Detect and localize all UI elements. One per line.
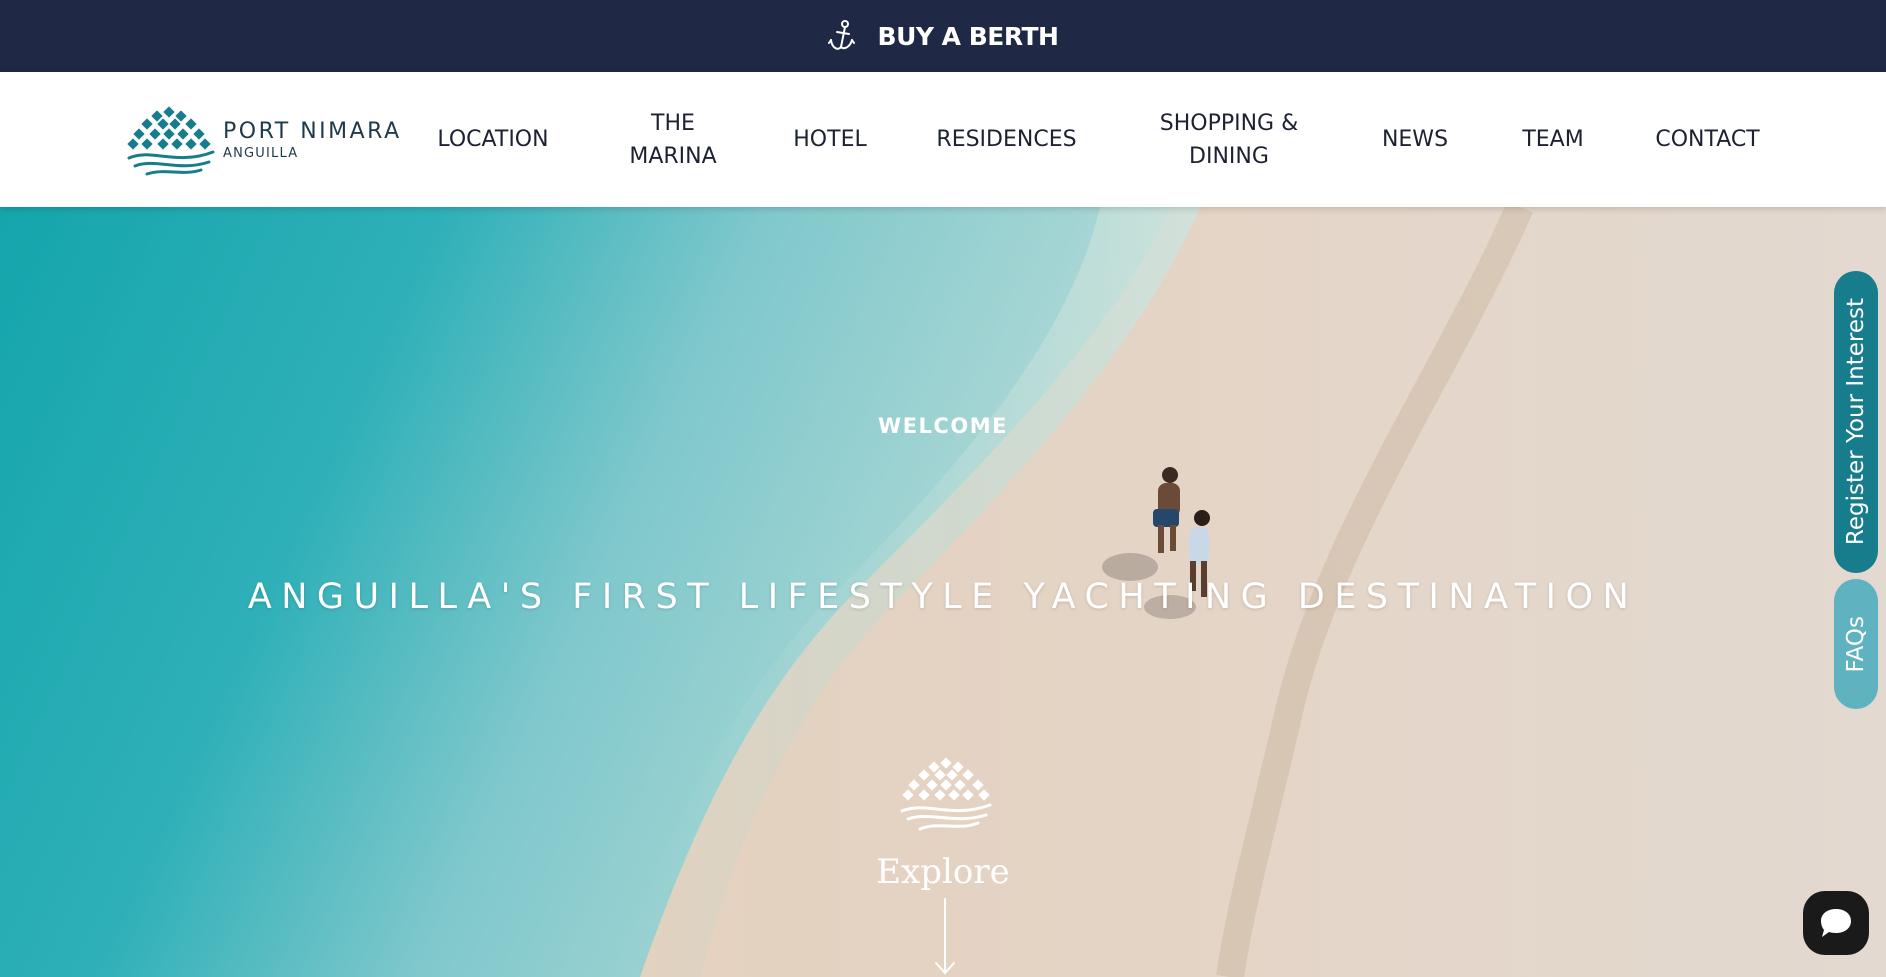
nav-the-marina-line2: MARINA: [629, 143, 717, 169]
port-nimara-emblem-icon: [127, 105, 215, 175]
nav-the-marina-line1: THE: [651, 110, 695, 136]
chat-button[interactable]: [1803, 891, 1869, 955]
explore-link[interactable]: Explore: [0, 852, 1886, 892]
nav-location-label: LOCATION: [437, 127, 549, 152]
port-nimara-logo[interactable]: PORT NIMARA ANGUILLA: [125, 104, 405, 179]
logo-subtitle: ANGUILLA: [223, 145, 299, 161]
nav-news-label: NEWS: [1381, 127, 1449, 152]
nav-shopping-dining[interactable]: SHOPPING & DINING: [1133, 72, 1325, 207]
faqs-tab[interactable]: FAQs: [1834, 579, 1878, 709]
hero-tagline: ANGUILLA'S FIRST LIFESTYLE YACHTING DEST…: [247, 577, 1639, 617]
register-interest-label: Register Your Interest: [1843, 298, 1869, 546]
logo-name: PORT NIMARA: [223, 118, 402, 144]
chat-bubble-icon: [1821, 909, 1851, 937]
nav-hotel-label: HOTEL: [793, 127, 867, 152]
hero-section: WELCOME ANGUILLA'S FIRST LIFESTYLE YACHT…: [0, 207, 1886, 977]
anchor-icon: [827, 20, 855, 50]
nav-news[interactable]: NEWS: [1365, 72, 1465, 207]
nav-residences-label: RESIDENCES: [936, 127, 1077, 152]
nav-residences[interactable]: RESIDENCES: [920, 72, 1093, 207]
faqs-label: FAQs: [1843, 615, 1869, 673]
nav-shopping-dining-line1: SHOPPING &: [1159, 110, 1299, 136]
buy-berth-label[interactable]: BUY A BERTH: [878, 22, 1059, 51]
nav-team[interactable]: TEAM: [1505, 72, 1601, 207]
nav-contact[interactable]: CONTACT: [1641, 72, 1774, 207]
nav-the-marina[interactable]: THE MARINA: [606, 72, 740, 207]
nav-contact-label: CONTACT: [1655, 127, 1760, 152]
buy-berth-banner[interactable]: BUY A BERTH: [0, 0, 1886, 72]
nav-location[interactable]: LOCATION: [420, 72, 566, 207]
nav-hotel[interactable]: HOTEL: [780, 72, 880, 207]
register-interest-tab[interactable]: Register Your Interest: [1834, 271, 1878, 573]
nav-shopping-dining-line2: DINING: [1189, 143, 1269, 169]
hero-welcome: WELCOME: [878, 414, 1008, 438]
site-header: PORT NIMARA ANGUILLA LOCATION THE MARINA…: [0, 72, 1886, 207]
arrow-down-icon[interactable]: [933, 897, 957, 977]
nav-team-label: TEAM: [1522, 127, 1584, 152]
emblem-icon: [900, 757, 992, 831]
